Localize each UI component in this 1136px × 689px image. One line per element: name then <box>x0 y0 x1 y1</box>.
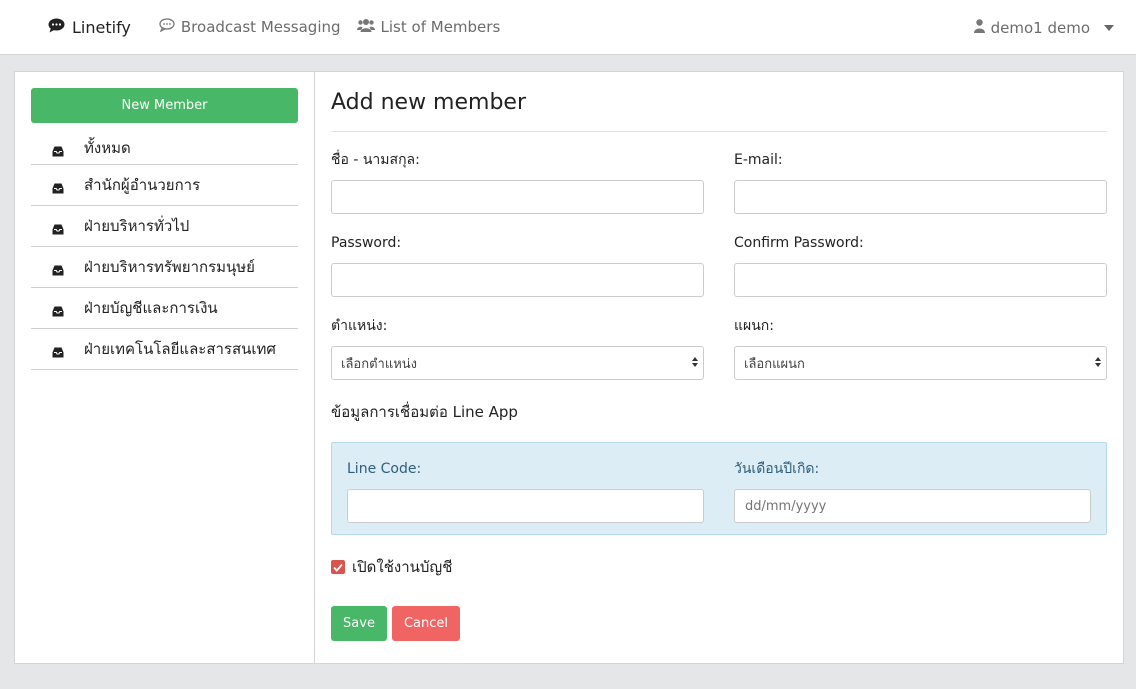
user-name: demo1 demo <box>990 18 1090 37</box>
password-input[interactable] <box>331 263 704 297</box>
enable-account-checkbox[interactable] <box>331 560 345 574</box>
position-selected-value: เลือกตำแหน่ง <box>341 356 418 372</box>
sidebar-item-label: ทั้งหมด <box>84 139 131 157</box>
caret-down-icon <box>1104 24 1114 31</box>
sidebar-item-human-resources[interactable]: ฝ่ายบริหารทรัพยากรมนุษย์ <box>31 247 298 288</box>
sidebar-item-director-office[interactable]: สำนักผู้อำนวยการ <box>31 165 298 206</box>
inbox-icon <box>52 344 64 357</box>
select-arrows-icon <box>692 357 698 367</box>
position-select[interactable]: เลือกตำแหน่ง <box>331 346 704 380</box>
select-arrows-icon <box>1095 357 1101 367</box>
user-icon <box>973 18 985 37</box>
sidebar-item-label: ฝ่ายเทคโนโลยีและสารสนเทศ <box>84 340 276 358</box>
cancel-button[interactable]: Cancel <box>392 606 460 641</box>
inbox-icon <box>52 180 64 193</box>
content-panel: New Member ทั้งหมด สำนักผู้อำนวยการ ฝ่าย… <box>14 71 1124 664</box>
nav-broadcast-messaging[interactable]: Broadcast Messaging <box>159 18 341 36</box>
department-select[interactable]: เลือกแผนก <box>734 346 1107 380</box>
checkmark-icon <box>333 563 343 572</box>
line-code-label: Line Code: <box>347 461 422 477</box>
inbox-icon <box>52 303 64 316</box>
sidebar-item-it[interactable]: ฝ่ายเทคโนโลยีและสารสนเทศ <box>31 329 298 370</box>
page-title: Add new member <box>331 90 1107 132</box>
brand-link[interactable]: Linetify <box>48 18 131 37</box>
confirm-password-label: Confirm Password: <box>734 235 864 251</box>
enable-account-row: เปิดใช้งานบัญชี <box>331 555 1107 579</box>
form-actions: Save Cancel <box>331 606 1107 641</box>
save-button[interactable]: Save <box>331 606 387 641</box>
add-member-form: Add new member ชื่อ - นามสกุล: E-mail: P… <box>315 72 1123 663</box>
confirm-password-input[interactable] <box>734 263 1107 297</box>
sidebar-item-all[interactable]: ทั้งหมด <box>31 132 298 165</box>
inbox-icon <box>52 221 64 234</box>
brand-name: Linetify <box>72 17 131 37</box>
department-label: แผนก: <box>734 318 774 334</box>
sidebar-item-label: ฝ่ายบัญชีและการเงิน <box>84 299 218 317</box>
sidebar-item-general-admin[interactable]: ฝ่ายบริหารทั่วไป <box>31 206 298 247</box>
nav-broadcast-label: Broadcast Messaging <box>180 18 341 36</box>
fullname-input[interactable] <box>331 180 704 214</box>
form-row-position-department: ตำแหน่ง: เลือกตำแหน่ง แผนก: เลือกแผนก <box>331 316 1107 380</box>
form-row-passwords: Password: Confirm Password: <box>331 233 1107 316</box>
nav-list-of-members[interactable]: List of Members <box>356 18 501 36</box>
sidebar-item-label: ฝ่ายบริหารทั่วไป <box>84 217 190 235</box>
sidebar-item-label: สำนักผู้อำนวยการ <box>84 176 201 194</box>
sidebar-item-accounting-finance[interactable]: ฝ่ายบัญชีและการเงิน <box>31 288 298 329</box>
department-list: ทั้งหมด สำนักผู้อำนวยการ ฝ่ายบริหารทั่วไ… <box>31 132 298 370</box>
comment-outline-icon <box>159 18 175 36</box>
enable-account-label: เปิดใช้งานบัญชี <box>352 558 453 576</box>
line-section-title: ข้อมูลการเชื่อมต่อ Line App <box>331 403 518 421</box>
line-code-input[interactable] <box>347 489 704 523</box>
user-menu-dropdown[interactable]: demo1 demo <box>973 0 1114 55</box>
new-member-button[interactable]: New Member <box>31 88 298 123</box>
form-row-name-email: ชื่อ - นามสกุล: E-mail: <box>331 150 1107 233</box>
position-label: ตำแหน่ง: <box>331 318 388 334</box>
line-info-panel: Line Code: วันเดือนปีเกิด: <box>331 442 1107 535</box>
email-label: E-mail: <box>734 152 783 168</box>
inbox-icon <box>52 262 64 275</box>
birthdate-input[interactable] <box>734 489 1091 523</box>
inbox-icon <box>52 143 64 156</box>
sidebar-item-label: ฝ่ายบริหารทรัพยากรมนุษย์ <box>84 258 255 276</box>
top-navbar: Linetify Broadcast Messaging List of Mem… <box>0 0 1136 55</box>
fullname-label: ชื่อ - นามสกุล: <box>331 152 420 168</box>
sidebar: New Member ทั้งหมด สำนักผู้อำนวยการ ฝ่าย… <box>15 72 315 663</box>
email-input[interactable] <box>734 180 1107 214</box>
password-label: Password: <box>331 235 402 251</box>
department-selected-value: เลือกแผนก <box>744 356 805 372</box>
birthdate-label: วันเดือนปีเกิด: <box>734 461 820 477</box>
users-icon <box>356 18 375 36</box>
nav-members-label: List of Members <box>380 18 501 36</box>
comment-icon <box>48 18 65 37</box>
